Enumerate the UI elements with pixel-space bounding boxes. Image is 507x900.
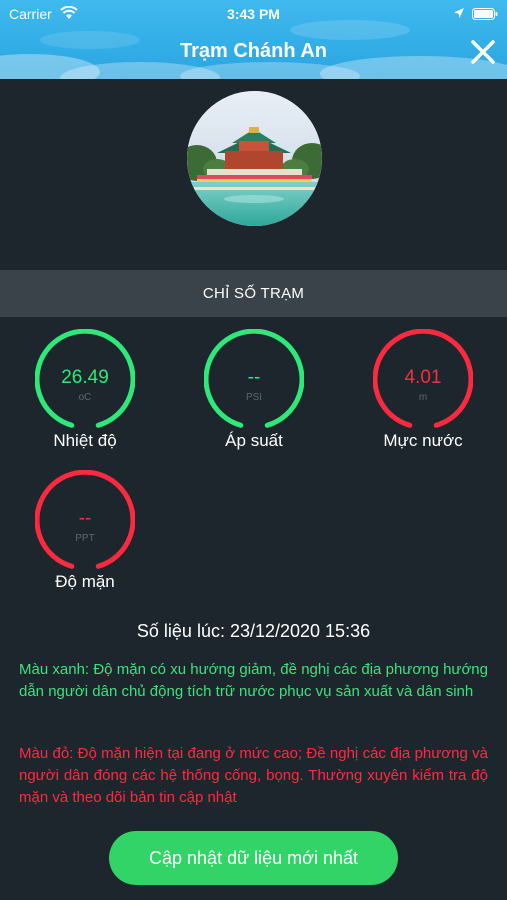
close-icon [471,40,495,64]
section-header: CHỈ SỐ TRẠM [0,270,507,317]
gauge-label: Áp suất [225,431,283,450]
red-legend-note: Màu đỏ: Độ mặn hiện tại đang ở mức cao; … [19,745,488,806]
battery-icon [472,8,498,20]
close-button[interactable] [469,38,497,66]
data-timestamp: Số liệu lúc: 23/12/2020 15:36 [136,621,371,641]
gauge-unit: PPT [75,533,95,544]
status-time: 3:43 PM [227,6,280,22]
gauge-temperature: 26.49 oC Nhiệt độ [25,329,145,459]
location-arrow-icon [454,8,464,18]
gauge-unit: m [418,392,428,403]
update-data-button[interactable]: Cập nhật dữ liệu mới nhất [109,831,398,885]
gauge-value: 26.49 [61,367,109,388]
green-legend-note: Màu xanh: Độ mặn có xu hướng giảm, đề ng… [19,661,488,700]
gauge-value: -- [247,367,261,388]
temple-photo [187,91,322,226]
gauge-water-level: 4.01 m Mực nước [363,329,483,459]
gauge-value: 4.01 [404,367,442,388]
gauge-unit: oC [78,392,92,403]
gauge-value: -- [78,508,92,529]
section-title: CHỈ SỐ TRẠM [202,285,305,302]
gauge-label: Nhiệt độ [53,431,117,450]
status-bar: Carrier 3:43 PM [0,0,507,28]
gauge-label: Độ mặn [55,572,115,591]
station-photo [187,91,322,226]
nav-header: Carrier 3:43 PM Trạm Chánh An [0,0,507,79]
update-data-button-label: Cập nhật dữ liệu mới nhất [149,847,358,868]
gauge-salinity: -- PPT Độ mặn [25,470,145,600]
gauge-pressure: -- PSI Áp suất [194,329,314,459]
gauge-label: Mực nước [383,431,463,450]
page-title: Trạm Chánh An [179,40,328,62]
gauge-unit: PSI [245,392,263,403]
